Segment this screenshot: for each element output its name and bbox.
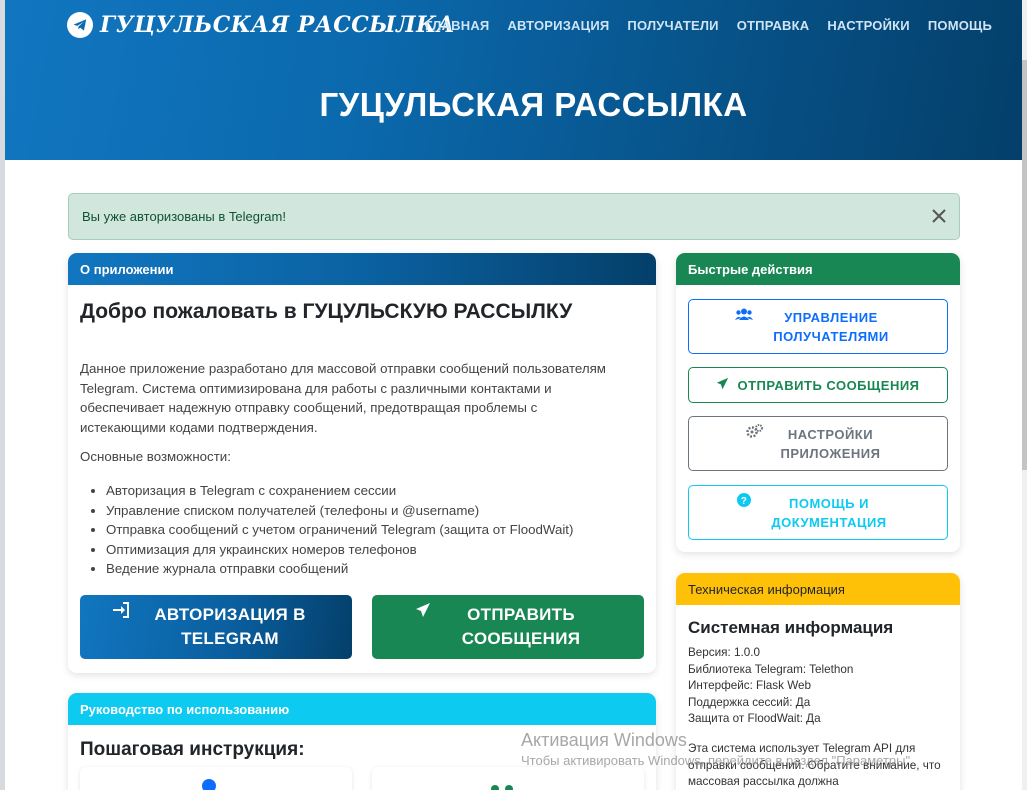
- nav-item-auth[interactable]: АВТОРИЗАЦИЯ: [507, 18, 609, 33]
- about-intro: Данное приложение разработано для массов…: [80, 361, 606, 435]
- brand-name: ГУЦУЛЬСКАЯ РАССЫЛКА: [100, 12, 456, 38]
- nav-item-home[interactable]: ГЛАВНАЯ: [425, 18, 489, 33]
- step-card: [372, 767, 644, 790]
- list-item: Авторизация в Telegram с сохранением сес…: [106, 481, 573, 501]
- app-settings-label: НАСТРОЙКИ ПРИЛОЖЕНИЯ: [780, 426, 881, 461]
- scrollbar-thumb[interactable]: [1022, 60, 1027, 470]
- watermark-title: Активация Windows: [521, 730, 687, 750]
- info-interface: Интерфейс: Flask Web: [688, 679, 812, 693]
- guide-card-header: Руководство по использованию: [68, 693, 656, 725]
- step-icon: [202, 779, 216, 790]
- svg-text:?: ?: [741, 496, 748, 507]
- info-version: Версия: 1.0.0: [688, 646, 760, 659]
- nav-item-help[interactable]: ПОМОЩЬ: [928, 18, 992, 33]
- tech-card-header: Техническая информация: [676, 573, 960, 605]
- list-item: Отправка сообщений с учетом ограничений …: [106, 520, 573, 540]
- quick-actions-card: Быстрые действия УПРАВЛЕНИЕ ПОЛУЧАТЕЛЯМИ…: [676, 253, 960, 552]
- success-alert: Вы уже авторизованы в Telegram!: [68, 193, 960, 240]
- brand[interactable]: ГУЦУЛЬСКАЯ РАССЫЛКА: [67, 12, 455, 38]
- info-sessions: Поддержка сессий: Да: [688, 695, 811, 709]
- paper-plane-icon: [716, 376, 729, 395]
- scrollbar[interactable]: [1022, 0, 1027, 790]
- list-item: Управление списком получателей (телефоны…: [106, 501, 573, 521]
- alert-text: Вы уже авторизованы в Telegram!: [82, 209, 286, 224]
- sign-in-icon: [112, 601, 130, 625]
- auth-button-label: АВТОРИЗАЦИЯ В TELEGRAM: [154, 605, 306, 648]
- quick-card-header: Быстрые действия: [676, 253, 960, 285]
- system-info-heading: Системная информация: [688, 618, 894, 637]
- main-nav: ГЛАВНАЯ АВТОРИЗАЦИЯ ПОЛУЧАТЕЛИ ОТПРАВКА …: [425, 18, 1010, 33]
- list-item: Ведение журнала отправки сообщений: [106, 559, 573, 579]
- question-circle-icon: ?: [737, 493, 751, 512]
- step-card: [80, 767, 352, 790]
- list-item: Оптимизация для украинских номеров телеф…: [106, 540, 573, 560]
- help-docs-label: ПОМОЩЬ И ДОКУМЕНТАЦИЯ: [771, 495, 887, 530]
- features-title: Основные возможности:: [80, 449, 231, 464]
- app-settings-button[interactable]: НАСТРОЙКИ ПРИЛОЖЕНИЯ: [688, 416, 948, 471]
- paper-plane-icon: [415, 601, 431, 625]
- manage-recipients-label: УПРАВЛЕНИЕ ПОЛУЧАТЕЛЯМИ: [773, 309, 889, 344]
- telegram-plane-icon: [67, 12, 93, 38]
- watermark-subtitle: Чтобы активировать Windows, перейдите в …: [521, 753, 914, 768]
- send-messages-quick-button[interactable]: ОТПРАВИТЬ СООБЩЕНИЯ: [688, 367, 948, 403]
- about-card-header: О приложении: [68, 253, 656, 285]
- send-messages-quick-label: ОТПРАВИТЬ СООБЩЕНИЯ: [737, 377, 920, 393]
- help-docs-button[interactable]: ? ПОМОЩЬ И ДОКУМЕНТАЦИЯ: [688, 485, 948, 540]
- send-button-label: ОТПРАВИТЬ СООБЩЕНИЯ: [461, 605, 581, 648]
- guide-heading: Пошаговая инструкция:: [80, 739, 305, 760]
- manage-recipients-button[interactable]: УПРАВЛЕНИЕ ПОЛУЧАТЕЛЯМИ: [688, 299, 948, 354]
- page: ГУЦУЛЬСКАЯ РАССЫЛКА ГЛАВНАЯ АВТОРИЗАЦИЯ …: [5, 0, 1022, 790]
- users-icon: [490, 779, 514, 790]
- info-floodwait: Защита от FloodWait: Да: [688, 712, 821, 726]
- hero-header: ГУЦУЛЬСКАЯ РАССЫЛКА ГЛАВНАЯ АВТОРИЗАЦИЯ …: [5, 0, 1022, 160]
- send-messages-button[interactable]: ОТПРАВИТЬ СООБЩЕНИЯ: [372, 595, 644, 659]
- welcome-heading: Добро пожаловать в ГУЦУЛЬСКУЮ РАССЫЛКУ: [80, 300, 573, 323]
- about-card: О приложении Добро пожаловать в ГУЦУЛЬСК…: [68, 253, 656, 673]
- hero-title: ГУЦУЛЬСКАЯ РАССЫЛКА: [319, 86, 748, 123]
- cogs-icon: [745, 424, 763, 443]
- system-info-list: Версия: 1.0.0 Библиотека Telegram: Telet…: [688, 645, 853, 728]
- info-library: Библиотека Telegram: Telethon: [688, 662, 854, 676]
- auth-telegram-button[interactable]: АВТОРИЗАЦИЯ В TELEGRAM: [80, 595, 352, 659]
- nav-item-recipients[interactable]: ПОЛУЧАТЕЛИ: [627, 18, 718, 33]
- close-icon[interactable]: [931, 208, 947, 224]
- nav-item-send[interactable]: ОТПРАВКА: [737, 18, 810, 33]
- features-list: Авторизация в Telegram с сохранением сес…: [106, 481, 573, 579]
- users-icon: [735, 307, 753, 326]
- windows-activation-watermark: Активация Windows Чтобы активировать Win…: [521, 730, 914, 768]
- nav-item-settings[interactable]: НАСТРОЙКИ: [827, 18, 910, 33]
